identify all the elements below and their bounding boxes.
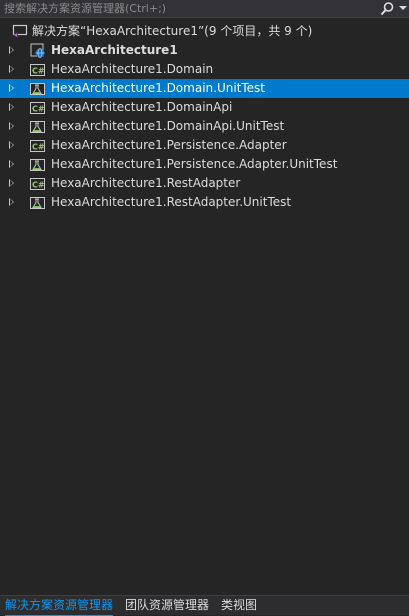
project-label: HexaArchitecture1.DomainApi xyxy=(51,100,233,114)
project-node[interactable]: HexaArchitecture1 xyxy=(0,41,409,60)
test-project-icon xyxy=(30,121,45,133)
csharp-project-icon: C# xyxy=(30,102,45,114)
project-label: HexaArchitecture1.Domain xyxy=(51,62,214,76)
project-node[interactable]: HexaArchitecture1.Persistence.Adapter.Un… xyxy=(0,155,409,174)
project-node[interactable]: C# HexaArchitecture1.Domain xyxy=(0,60,409,79)
test-project-icon xyxy=(30,197,45,209)
project-node[interactable]: HexaArchitecture1.DomainApi.UnitTest xyxy=(0,117,409,136)
expand-arrow-icon[interactable] xyxy=(9,160,14,168)
svg-text:C#: C# xyxy=(32,105,45,114)
expand-arrow-icon[interactable] xyxy=(9,65,14,73)
expand-arrow-icon[interactable] xyxy=(9,46,14,54)
search-bar xyxy=(0,0,409,18)
web-project-icon xyxy=(30,43,45,58)
tab-team-explorer[interactable]: 团队资源管理器 xyxy=(125,596,209,615)
solution-icon xyxy=(12,24,28,38)
search-options-dropdown-icon[interactable] xyxy=(399,6,407,10)
csharp-project-icon: C# xyxy=(30,140,45,152)
project-node[interactable]: HexaArchitecture1.Domain.UnitTest xyxy=(0,79,409,98)
solution-label: 解决方案“HexaArchitecture1”(9 个项目，共 9 个) xyxy=(32,24,313,38)
tab-solution-explorer[interactable]: 解决方案资源管理器 xyxy=(5,596,114,616)
svg-text:C#: C# xyxy=(32,143,45,152)
project-label: HexaArchitecture1.RestAdapter xyxy=(51,176,241,190)
svg-text:C#: C# xyxy=(32,181,45,190)
test-project-icon xyxy=(30,83,45,95)
project-node[interactable]: C# HexaArchitecture1.DomainApi xyxy=(0,98,409,117)
project-node[interactable]: C# HexaArchitecture1.Persistence.Adapter xyxy=(0,136,409,155)
expand-arrow-icon[interactable] xyxy=(9,84,14,92)
project-label: HexaArchitecture1.Domain.UnitTest xyxy=(51,81,266,95)
search-input[interactable] xyxy=(0,0,372,17)
csharp-project-icon: C# xyxy=(30,64,45,76)
tab-class-view[interactable]: 类视图 xyxy=(221,596,257,615)
test-project-icon xyxy=(30,159,45,171)
expand-arrow-icon[interactable] xyxy=(9,198,14,206)
bottom-tab-bar: 解决方案资源管理器 团队资源管理器 类视图 xyxy=(0,595,409,616)
search-icon[interactable] xyxy=(379,1,395,17)
project-node[interactable]: C# HexaArchitecture1.RestAdapter xyxy=(0,174,409,193)
project-label: HexaArchitecture1.Persistence.Adapter.Un… xyxy=(51,157,338,171)
svg-text:C#: C# xyxy=(32,67,45,76)
expand-arrow-icon[interactable] xyxy=(9,141,14,149)
project-label: HexaArchitecture1.DomainApi.UnitTest xyxy=(51,119,285,133)
project-label: HexaArchitecture1.Persistence.Adapter xyxy=(51,138,287,152)
solution-tree: 解决方案“HexaArchitecture1”(9 个项目，共 9 个) Hex… xyxy=(0,22,409,212)
csharp-project-icon: C# xyxy=(30,178,45,190)
project-label: HexaArchitecture1.RestAdapter.UnitTest xyxy=(51,195,292,209)
expand-arrow-icon[interactable] xyxy=(9,122,14,130)
expand-arrow-icon[interactable] xyxy=(9,179,14,187)
solution-node[interactable]: 解决方案“HexaArchitecture1”(9 个项目，共 9 个) xyxy=(0,22,409,41)
project-label: HexaArchitecture1 xyxy=(51,43,178,57)
expand-arrow-icon[interactable] xyxy=(9,103,14,111)
project-node[interactable]: HexaArchitecture1.RestAdapter.UnitTest xyxy=(0,193,409,212)
